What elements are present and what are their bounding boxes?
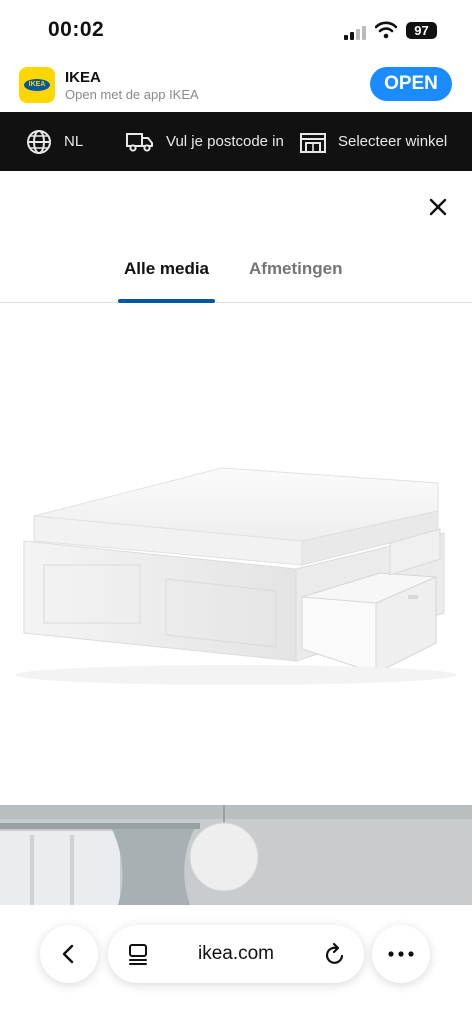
media-sheet: Alle media Afmetingen — [0, 171, 472, 1024]
product-image-bed[interactable] — [0, 303, 472, 803]
more-dots-icon — [388, 951, 414, 957]
open-app-button[interactable]: OPEN — [370, 67, 452, 101]
browser-toolbar: ikea.com — [0, 905, 472, 1024]
store-icon — [300, 132, 326, 153]
globe-icon — [27, 129, 51, 154]
close-button[interactable] — [424, 193, 452, 221]
language-selector[interactable]: NL — [26, 112, 83, 171]
cellular-signal-icon — [344, 24, 370, 40]
ikea-logo: IKEA — [19, 67, 55, 103]
store-selector[interactable]: Selecteer winkel — [300, 112, 447, 171]
store-label: Selecteer winkel — [338, 133, 448, 150]
address-bar[interactable]: ikea.com — [108, 925, 364, 983]
postcode-selector[interactable]: Vul je postcode in — [126, 112, 284, 171]
language-label: NL — [64, 133, 84, 150]
tab-alle-media[interactable]: Alle media — [118, 259, 215, 303]
chevron-left-icon — [62, 944, 74, 964]
media-tabs: Alle media Afmetingen — [0, 251, 472, 303]
app-name: IKEA — [65, 69, 101, 86]
more-options-button[interactable] — [372, 925, 430, 983]
delivery-truck-icon — [126, 132, 153, 152]
reload-icon[interactable] — [324, 942, 346, 966]
back-button[interactable] — [40, 925, 98, 983]
room-image-lifestyle[interactable] — [0, 805, 472, 905]
status-bar: 00:02 97 — [0, 0, 472, 60]
battery-indicator: 97 — [406, 22, 437, 39]
tab-afmetingen[interactable]: Afmetingen — [249, 259, 343, 303]
wifi-icon — [375, 21, 397, 39]
smart-app-banner: IKEA IKEA Open met de app IKEA OPEN — [0, 60, 472, 112]
close-icon — [429, 198, 447, 216]
app-subtitle: Open met de app IKEA — [65, 87, 199, 102]
postcode-label: Vul je postcode in — [166, 133, 284, 150]
top-nav: NL Vul je postcode in Selecteer winkel — [0, 112, 472, 171]
status-time: 00:02 — [48, 18, 105, 41]
